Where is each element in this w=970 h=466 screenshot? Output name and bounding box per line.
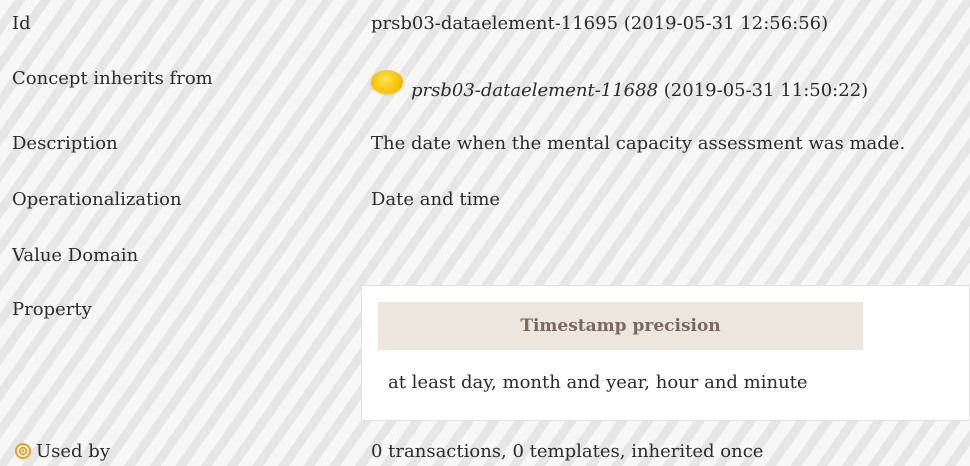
inherits-value: prsb03-dataelement-11688 (2019-05-31 11:… [411, 79, 868, 103]
operationalization-value: Date and time [371, 189, 501, 210]
used-by-value: 0 transactions, 0 templates, inherited o… [371, 441, 764, 462]
property-box: Timestamp precision at least day, month … [361, 285, 970, 421]
description-value: The date when the mental capacity assess… [371, 133, 906, 154]
inherits-concept-link[interactable]: prsb03-dataelement-11688 [411, 80, 658, 101]
property-header: Timestamp precision [378, 302, 863, 350]
property-label: Property [12, 299, 92, 320]
id-label: Id [12, 13, 31, 34]
target-icon [15, 443, 31, 459]
value-domain-label: Value Domain [12, 245, 139, 266]
id-value: prsb03-dataelement-11695 (2019-05-31 12:… [371, 13, 829, 34]
yellow-orb-icon [371, 70, 403, 94]
operationalization-label: Operationalization [12, 189, 182, 210]
used-by-label: Used by [36, 441, 110, 462]
description-label: Description [12, 133, 118, 154]
inherits-date: (2019-05-31 11:50:22) [663, 80, 869, 101]
property-value: at least day, month and year, hour and m… [388, 372, 808, 393]
inherits-label: Concept inherits from [12, 68, 213, 89]
